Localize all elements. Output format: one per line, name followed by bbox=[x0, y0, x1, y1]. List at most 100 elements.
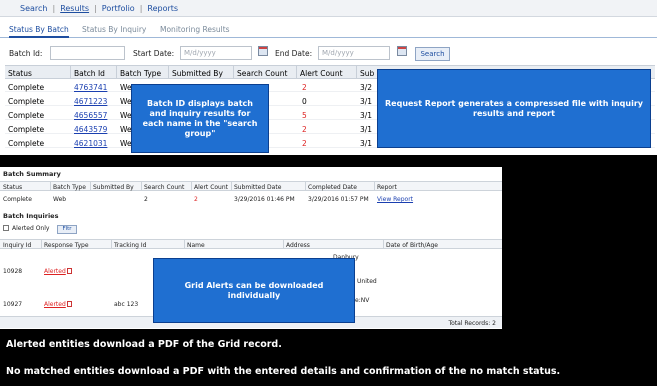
summary-completed-date: 3/29/2016 01:57 PM bbox=[308, 196, 369, 203]
status-cell: Complete bbox=[8, 97, 45, 106]
submitted-cell: 3/1 bbox=[360, 125, 373, 134]
nav-reports[interactable]: Reports bbox=[147, 4, 178, 13]
batch-id-callout: Batch ID displays batch and inquiry resu… bbox=[131, 84, 269, 153]
address-cell: United bbox=[357, 278, 377, 285]
start-date-label: Start Date: bbox=[133, 49, 175, 58]
tab-monitoring-results[interactable]: Monitoring Results bbox=[160, 25, 230, 34]
alerted-only-checkbox[interactable] bbox=[3, 225, 9, 231]
search-button[interactable]: Search bbox=[415, 47, 450, 61]
inquiries-header: Inquiry Id Response Type Tracking Id Nam… bbox=[0, 239, 502, 249]
submitted-cell: 3/1 bbox=[360, 139, 373, 148]
column-header: Submitted By bbox=[93, 184, 134, 191]
column-header[interactable]: Date of Birth/Age bbox=[386, 242, 438, 249]
alerted-only-label: Alerted Only bbox=[12, 225, 50, 232]
batch-status-panel: Search | Results | Portfolio | Reports Status … bbox=[0, 0, 657, 155]
column-header[interactable]: Name bbox=[187, 242, 205, 249]
column-header: Search Count bbox=[144, 184, 185, 191]
grid-alerts-callout: Grid Alerts can be downloaded individual… bbox=[153, 258, 355, 323]
caption-no-match-entities: No matched entities download a PDF with … bbox=[6, 366, 561, 377]
nav-portfolio[interactable]: Portfolio bbox=[102, 4, 135, 13]
total-records: Total Records: 2 bbox=[448, 320, 496, 327]
column-header[interactable]: Batch Type bbox=[120, 69, 161, 78]
filter-bar: Batch Id: Start Date: M/d/yyyy End Date:… bbox=[0, 42, 657, 64]
column-header[interactable]: Alert Count bbox=[300, 69, 343, 78]
address-cell: e:NV bbox=[355, 297, 370, 304]
alert-count-cell: 0 bbox=[302, 97, 307, 106]
batch-type-cell: We bbox=[120, 97, 132, 106]
column-header[interactable]: Tracking Id bbox=[114, 242, 146, 249]
status-cell: Complete bbox=[8, 139, 45, 148]
results-subtabs: Status By Batch Status By Inquiry Monito… bbox=[0, 20, 657, 38]
alerted-link[interactable]: Alerted bbox=[44, 268, 66, 275]
nav-separator: | bbox=[94, 4, 97, 13]
batch-id-link[interactable]: 4656557 bbox=[74, 111, 107, 120]
batch-id-link[interactable]: 4671223 bbox=[74, 97, 107, 106]
batch-id-input[interactable] bbox=[50, 46, 125, 60]
batch-detail-panel: Batch Summary Status Batch Type Submitte… bbox=[0, 167, 502, 329]
status-cell: Complete bbox=[8, 111, 45, 120]
status-cell: Complete bbox=[8, 83, 45, 92]
column-header: Status bbox=[3, 184, 23, 191]
column-header: Batch Type bbox=[53, 184, 86, 191]
alerted-link[interactable]: Alerted bbox=[44, 301, 66, 308]
nav-separator: | bbox=[139, 4, 143, 13]
start-date-input[interactable]: M/d/yyyy bbox=[180, 46, 252, 60]
alerted-only-toggle[interactable]: Alerted Only bbox=[3, 225, 49, 232]
column-header[interactable]: Search Count bbox=[237, 69, 287, 78]
caption-alerted-entities: Alerted entities download a PDF of the G… bbox=[6, 339, 282, 350]
column-header[interactable]: Submitted By bbox=[172, 69, 223, 78]
summary-alert-count: 2 bbox=[194, 196, 198, 203]
alert-count-cell: 2 bbox=[302, 125, 307, 134]
top-navigation: Search | Results | Portfolio | Reports bbox=[0, 0, 657, 17]
alert-count-cell: 2 bbox=[302, 139, 307, 148]
pdf-icon[interactable] bbox=[66, 268, 72, 274]
batch-type-cell: We bbox=[120, 125, 132, 134]
column-header: Alert Count bbox=[194, 184, 229, 191]
submitted-cell: 3/2 bbox=[360, 83, 373, 92]
response-type-cell[interactable]: Alerted bbox=[44, 268, 72, 275]
batch-summary-header: Status Batch Type Submitted By Search Co… bbox=[0, 181, 502, 191]
response-type-cell[interactable]: Alerted bbox=[44, 301, 72, 308]
tracking-id-cell: abc 123 bbox=[114, 301, 139, 308]
submitted-cell: 3/1 bbox=[360, 97, 373, 106]
summary-submitted-date: 3/29/2016 01:46 PM bbox=[234, 196, 295, 203]
submitted-cell: 3/1 bbox=[360, 111, 373, 120]
column-header: Report bbox=[377, 184, 397, 191]
column-header[interactable]: Batch Id bbox=[74, 69, 105, 78]
column-header[interactable]: Response Type bbox=[44, 242, 89, 249]
tab-status-by-inquiry[interactable]: Status By Inquiry bbox=[82, 25, 146, 34]
end-date-label: End Date: bbox=[275, 49, 313, 58]
column-header[interactable]: Inquiry Id bbox=[3, 242, 31, 249]
request-report-callout: Request Report generates a compressed fi… bbox=[377, 69, 651, 148]
summary-search-count: 2 bbox=[144, 196, 148, 203]
alert-count-cell: 5 bbox=[302, 111, 307, 120]
batch-id-link[interactable]: 4763741 bbox=[74, 83, 107, 92]
inquiry-id-cell: 10927 bbox=[3, 301, 23, 308]
tab-status-by-batch[interactable]: Status By Batch bbox=[9, 25, 69, 38]
batch-summary-title: Batch Summary bbox=[3, 170, 61, 178]
nav-results[interactable]: Results bbox=[60, 4, 89, 13]
nav-search[interactable]: Search bbox=[20, 4, 47, 13]
start-date-calendar-icon[interactable] bbox=[258, 46, 268, 56]
filter-button[interactable]: Fltr bbox=[57, 225, 77, 234]
status-cell: Complete bbox=[8, 125, 45, 134]
alert-count-cell: 2 bbox=[302, 83, 307, 92]
batch-inquiries-title: Batch Inquiries bbox=[3, 212, 59, 220]
batch-type-cell: We bbox=[120, 139, 132, 148]
column-header: Completed Date bbox=[308, 184, 357, 191]
batch-id-link[interactable]: 4643579 bbox=[74, 125, 107, 134]
column-header: Submitted Date bbox=[234, 184, 282, 191]
batch-id-label: Batch Id: bbox=[9, 49, 43, 58]
column-header[interactable]: Address bbox=[286, 242, 310, 249]
summary-status: Complete bbox=[3, 196, 32, 203]
view-report-link[interactable]: View Report bbox=[377, 196, 413, 203]
column-header[interactable]: Status bbox=[8, 69, 32, 78]
nav-separator: | bbox=[52, 4, 56, 13]
summary-batch-type: Web bbox=[53, 196, 67, 203]
batch-id-link[interactable]: 4621031 bbox=[74, 139, 107, 148]
column-header[interactable]: Sub bbox=[360, 69, 374, 78]
end-date-input[interactable]: M/d/yyyy bbox=[318, 46, 390, 60]
end-date-calendar-icon[interactable] bbox=[397, 46, 407, 56]
pdf-icon[interactable] bbox=[66, 301, 72, 307]
inquiry-id-cell: 10928 bbox=[3, 268, 23, 275]
